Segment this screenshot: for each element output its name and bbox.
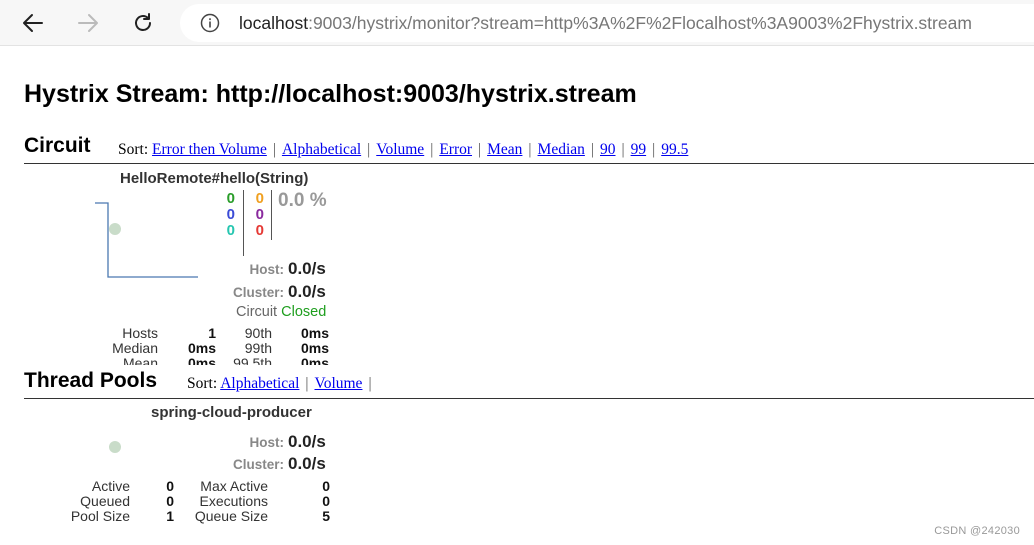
- watermark: CSDN @242030: [934, 525, 1020, 537]
- failure-count: 0: [255, 222, 264, 239]
- sort-alphabetical-link[interactable]: Alphabetical: [282, 141, 361, 158]
- p995-label: 99.5th: [233, 355, 272, 366]
- circuit-divider: [24, 163, 1034, 164]
- sort-separator: |: [590, 141, 594, 158]
- url-text[interactable]: localhost:9003/hystrix/monitor?stream=ht…: [239, 12, 972, 34]
- forward-arrow-icon: [78, 14, 98, 32]
- counter-divider: [243, 190, 244, 256]
- queued-value: 0: [166, 493, 174, 509]
- circuit-status: Circuit Closed: [236, 304, 326, 320]
- url-host: localhost: [239, 13, 309, 33]
- url-path: :9003/hystrix/monitor?stream=http%3A%2F%…: [308, 13, 972, 33]
- sort-label: Sort:: [187, 375, 218, 392]
- back-button[interactable]: [17, 7, 49, 39]
- threadpool-sort-bar: Sort: Alphabetical | Volume |: [187, 374, 378, 394]
- max-active-label: Max Active: [200, 478, 268, 494]
- circuit-latency-table: Hosts 1 Median 0ms Mean 0ms 90th 0ms 99t…: [24, 325, 344, 366]
- pool-size-label: Pool Size: [70, 508, 130, 524]
- page-title: Hystrix Stream: http://localhost:9003/hy…: [24, 80, 637, 108]
- executions-value: 0: [322, 493, 330, 509]
- sort-separator: |: [528, 141, 532, 158]
- sort-alphabetical-link[interactable]: Alphabetical: [220, 375, 299, 392]
- p995-value: 0ms: [300, 355, 329, 366]
- sort-median-link[interactable]: Median: [538, 141, 585, 158]
- sort-separator: |: [478, 141, 482, 158]
- sort-separator: |: [368, 375, 372, 392]
- back-arrow-icon: [23, 14, 43, 32]
- info-icon[interactable]: [200, 13, 220, 33]
- active-label: Active: [91, 478, 130, 494]
- circuit-state: Closed: [281, 304, 327, 320]
- sort-90-link[interactable]: 90: [600, 141, 616, 158]
- address-bar[interactable]: localhost:9003/hystrix/monitor?stream=ht…: [180, 4, 1034, 42]
- circuit-section-title: Circuit: [24, 134, 91, 157]
- circuit-name: HelloRemote#hello(String): [120, 170, 309, 187]
- threadpool-section-title: Thread Pools: [24, 369, 158, 392]
- queue-size-label: Queue Size: [194, 508, 268, 524]
- active-value: 0: [166, 478, 174, 494]
- sort-mean-link[interactable]: Mean: [487, 141, 522, 158]
- sort-separator: |: [305, 375, 309, 392]
- threadpool-name: spring-cloud-producer: [151, 404, 312, 421]
- threadpool-divider: [24, 398, 1034, 399]
- hosts-label: Hosts: [122, 325, 158, 341]
- sort-label: Sort:: [118, 141, 149, 158]
- circuit-status-label: Circuit: [236, 304, 278, 320]
- executions-label: Executions: [199, 493, 268, 509]
- cluster-rate-value: 0.0/s: [288, 454, 326, 473]
- sort-separator: |: [367, 141, 371, 158]
- sort-99-link[interactable]: 99: [631, 141, 647, 158]
- circuit-sort-bar: Sort: Error then Volume | Alphabetical | Vol…: [118, 140, 688, 160]
- short-circuited-count: 0: [226, 206, 235, 223]
- p90-value: 0ms: [300, 325, 329, 341]
- forward-button[interactable]: [72, 7, 104, 39]
- threadpool-health-dot: [109, 441, 121, 453]
- sort-error-then-volume-link[interactable]: Error then Volume: [152, 141, 267, 158]
- host-rate-value: 0.0/s: [288, 432, 326, 451]
- median-label: Median: [112, 340, 158, 356]
- reload-button[interactable]: [127, 7, 159, 39]
- error-percentage: 0.0 %: [278, 190, 327, 211]
- sort-separator: |: [272, 141, 276, 158]
- host-rate-label: Host:: [249, 262, 285, 277]
- bad-request-count: 0: [226, 222, 235, 239]
- pool-size-value: 1: [166, 508, 174, 524]
- browser-toolbar: localhost:9003/hystrix/monitor?stream=ht…: [0, 0, 1034, 46]
- p99-value: 0ms: [300, 340, 329, 356]
- circuit-sparkline: [95, 202, 198, 278]
- median-value: 0ms: [187, 340, 216, 356]
- sort-volume-link[interactable]: Volume: [315, 375, 363, 392]
- max-active-value: 0: [322, 478, 330, 494]
- reload-icon: [135, 13, 151, 31]
- p99-label: 99th: [244, 340, 272, 356]
- counter-divider: [271, 190, 272, 240]
- cluster-rate-label: Cluster:: [232, 457, 284, 472]
- rejected-count: 0: [255, 206, 264, 223]
- cluster-rate-value: 0.0/s: [288, 282, 326, 301]
- sort-volume-link[interactable]: Volume: [376, 141, 424, 158]
- host-rate-label: Host:: [249, 435, 285, 450]
- mean-label: Mean: [122, 355, 158, 366]
- hosts-value: 1: [208, 325, 216, 341]
- host-rate-value: 0.0/s: [288, 259, 326, 278]
- timeout-count: 0: [255, 190, 264, 207]
- circuit-health-dot: [109, 223, 121, 235]
- sort-separator: |: [652, 141, 656, 158]
- sort-error-link[interactable]: Error: [439, 141, 472, 158]
- queue-size-value: 5: [322, 508, 330, 524]
- sort-separator: |: [430, 141, 434, 158]
- p90-label: 90th: [244, 325, 272, 341]
- cluster-rate-label: Cluster:: [232, 285, 284, 300]
- sort-separator: |: [621, 141, 625, 158]
- sort-99-5-link[interactable]: 99.5: [661, 141, 688, 158]
- mean-value: 0ms: [187, 355, 216, 366]
- queued-label: Queued: [80, 493, 130, 509]
- success-count: 0: [226, 190, 235, 207]
